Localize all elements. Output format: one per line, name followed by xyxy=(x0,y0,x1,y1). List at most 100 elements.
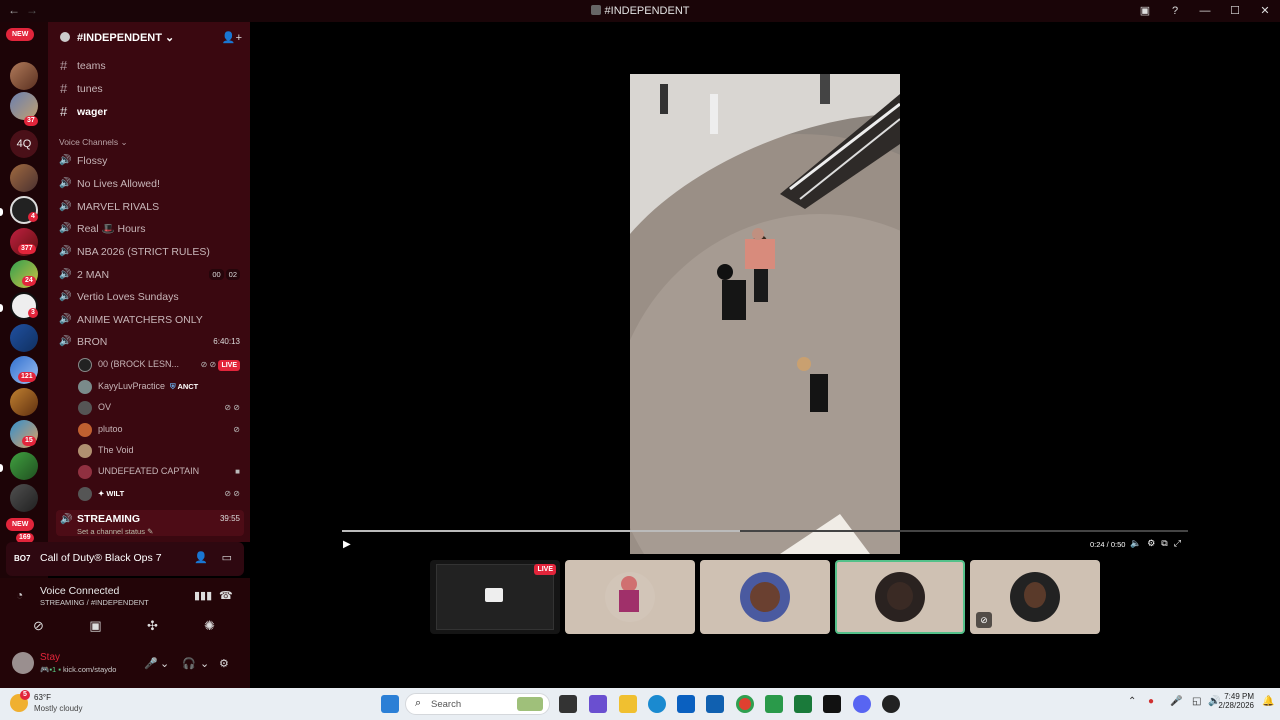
disconnect-icon[interactable]: ☎ xyxy=(219,589,233,602)
voice-user[interactable]: ✦ WILT ⊘ ⊘ xyxy=(78,483,244,504)
server-icon[interactable] xyxy=(10,164,38,192)
close-button[interactable]: ✕ xyxy=(1250,0,1280,22)
voice-channel-streaming[interactable]: 🔊 STREAMING 39:55 Set a channel status ✎ xyxy=(56,510,244,536)
voice-category[interactable]: Voice Channels ⌄ xyxy=(59,137,128,148)
stream-game-icon[interactable]: ▭ xyxy=(222,551,232,564)
settings-icon[interactable]: ⚙ xyxy=(1147,538,1161,548)
search-icon: ⌕ xyxy=(415,697,422,709)
voice-user[interactable]: UNDEFEATED CAPTAIN ■ xyxy=(78,461,244,482)
voice-user[interactable]: The Void xyxy=(78,440,244,461)
signal-icon[interactable]: ◔ xyxy=(16,588,23,602)
popout-icon[interactable]: ⧉ xyxy=(1161,538,1173,548)
participant-tile[interactable] xyxy=(700,560,830,634)
headphones-icon[interactable]: 🎧 xyxy=(182,657,196,670)
settings-gear-icon[interactable]: ⚙ xyxy=(219,657,229,670)
app-icon[interactable] xyxy=(765,695,783,713)
minimize-button[interactable]: — xyxy=(1190,0,1220,22)
new-badge: NEW xyxy=(6,518,35,531)
wifi-icon[interactable]: ◱ xyxy=(1192,696,1201,707)
voice-channel-marvel[interactable]: 🔊 MARVEL RIVALS xyxy=(56,197,244,217)
copilot-icon[interactable] xyxy=(589,695,607,713)
help-icon[interactable]: ? xyxy=(1160,0,1190,22)
voice-user[interactable]: KayyLuvPractice ⛨ ANCT xyxy=(78,376,244,397)
voice-channel-vertio[interactable]: 🔊 Vertio Loves Sundays xyxy=(56,287,244,307)
channel-timer: 6:40:13 xyxy=(213,337,240,346)
screen-share-button[interactable]: ▣ xyxy=(73,615,118,637)
server-icon[interactable] xyxy=(10,324,38,352)
voice-channel-no-lives[interactable]: 🔊 No Lives Allowed! xyxy=(56,174,244,194)
chevron-up-icon[interactable]: ⌃ xyxy=(1128,696,1136,707)
voice-user[interactable]: 00 (BROCK LESN... ⊘ ⊘ LIVE xyxy=(78,354,244,375)
channel-tunes[interactable]: # tunes xyxy=(56,79,244,99)
tray-app-icon[interactable]: ● xyxy=(1148,696,1154,707)
activities-button[interactable]: ✣ xyxy=(130,615,175,637)
outlook-icon[interactable] xyxy=(706,695,724,713)
mention-badge: 24 xyxy=(22,276,36,286)
inbox-icon[interactable]: ▣ xyxy=(1130,0,1160,22)
participant-tile-selected[interactable] xyxy=(835,560,965,634)
game-activity-card[interactable]: BO7 Call of Duty® Black Ops 7 👤 ▭ xyxy=(6,542,244,576)
server-icon[interactable] xyxy=(10,388,38,416)
discord-icon[interactable] xyxy=(853,695,871,713)
soundboard-button[interactable]: ✺ xyxy=(187,615,232,637)
speaker-icon: 🔊 xyxy=(59,223,72,234)
game-app-icon[interactable] xyxy=(823,695,841,713)
voice-user[interactable]: OV ⊘ ⊘ xyxy=(78,397,244,418)
server-icon-4q[interactable]: 4Q xyxy=(10,130,38,158)
stream-video[interactable] xyxy=(630,74,900,554)
user-count: 00 02 xyxy=(207,265,240,285)
start-button[interactable] xyxy=(381,695,399,713)
avatar-figure xyxy=(619,590,639,612)
store-icon[interactable] xyxy=(677,695,695,713)
participant-tile[interactable]: ⊘ xyxy=(970,560,1100,634)
stream-thumbnail[interactable]: LIVE xyxy=(430,560,560,634)
server-icon[interactable] xyxy=(10,452,38,480)
chevron-down-icon[interactable]: ⌄ xyxy=(200,657,209,670)
invite-icon[interactable]: 👤+ xyxy=(222,31,242,44)
invite-friends-icon[interactable]: 👤 xyxy=(194,551,208,564)
maximize-button[interactable]: ☐ xyxy=(1220,0,1250,22)
avatar[interactable] xyxy=(12,652,34,674)
app-icon[interactable] xyxy=(882,695,900,713)
search-box[interactable]: ⌕ Search xyxy=(405,693,550,715)
noise-suppression-icon[interactable]: ▮▮▮ xyxy=(194,589,212,602)
voice-channel-2man[interactable]: 🔊 2 MAN 00 02 xyxy=(56,265,244,285)
voice-channel-bron[interactable]: 🔊 BRON 6:40:13 xyxy=(56,332,244,352)
chevron-down-icon[interactable]: ⌄ xyxy=(160,657,169,670)
camera-off-button[interactable]: ⊘ xyxy=(16,615,61,637)
channel-status[interactable]: Set a channel status ✎ xyxy=(77,527,153,536)
notification-icon[interactable]: 🔔 xyxy=(1262,696,1274,707)
edge-icon[interactable] xyxy=(648,695,666,713)
channel-timer: 39:55 xyxy=(219,514,240,523)
channel-wager[interactable]: # wager xyxy=(56,102,244,122)
user-status-icons: ⊘ ⊘ LIVE xyxy=(201,354,240,375)
voice-channel-flossy[interactable]: 🔊 Flossy xyxy=(56,151,244,171)
voice-channel-real-hours[interactable]: 🔊 Real 🎩 Hours xyxy=(56,219,244,239)
play-icon[interactable]: ▶ xyxy=(343,539,351,550)
mic-icon[interactable]: 🎤 xyxy=(144,657,158,670)
task-view-icon[interactable] xyxy=(559,695,577,713)
voice-channel-nba[interactable]: 🔊 NBA 2026 (STRICT RULES) xyxy=(56,242,244,262)
server-icon[interactable] xyxy=(10,484,38,512)
server-header[interactable]: #INDEPENDENT ⌄ 👤+ xyxy=(48,22,250,54)
volume-icon[interactable]: 🔈 xyxy=(1130,538,1147,548)
xbox-icon[interactable] xyxy=(794,695,812,713)
speaker-icon: 🔊 xyxy=(59,246,72,257)
voice-user[interactable]: plutoo ⊘ xyxy=(78,419,244,440)
channel-teams[interactable]: # teams xyxy=(56,56,244,76)
file-explorer-icon[interactable] xyxy=(619,695,637,713)
unread-pip xyxy=(0,304,3,312)
screen-share-icon xyxy=(485,588,503,602)
fullscreen-icon[interactable]: ⤢ xyxy=(1174,538,1187,548)
avatar xyxy=(78,423,92,437)
server-icon[interactable] xyxy=(10,62,38,90)
participant-tile[interactable] xyxy=(565,560,695,634)
chrome-icon[interactable] xyxy=(736,695,754,713)
avatar-figure xyxy=(1024,582,1046,608)
voice-location[interactable]: STREAMING / #INDEPENDENT xyxy=(40,598,149,607)
voice-channel-anime[interactable]: 🔊 ANIME WATCHERS ONLY xyxy=(56,310,244,330)
video-progress-bar[interactable] xyxy=(342,530,1188,532)
clock[interactable]: 7:49 PM 2/28/2026 xyxy=(1218,692,1254,710)
search-highlight-icon xyxy=(517,697,543,711)
mic-icon[interactable]: 🎤 xyxy=(1170,696,1182,707)
